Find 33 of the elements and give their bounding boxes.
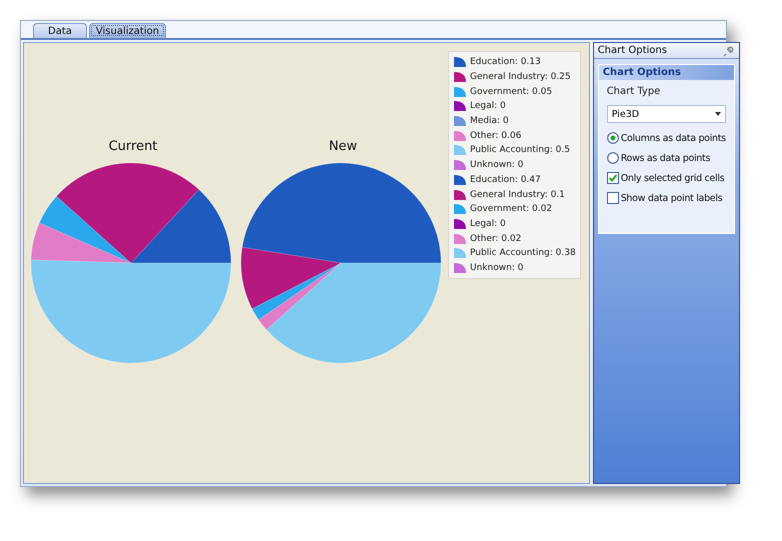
pin-icon[interactable] — [722, 44, 735, 56]
chart-title: Current — [108, 139, 158, 154]
panel-title: Chart Options — [598, 45, 667, 56]
legend-label: Media: 0 — [470, 116, 509, 126]
legend-label: Education: 0.47 — [470, 174, 541, 185]
legend-label: General Industry: 0.1 — [470, 190, 565, 200]
legend-label: Public Accounting: 0.5 — [470, 145, 570, 156]
radio-label: Columns as data points — [620, 132, 726, 144]
legend-label: Education: 0.13 — [470, 57, 541, 68]
legend-label: Government: 0.02 — [470, 204, 552, 214]
radio-button[interactable] — [606, 152, 619, 164]
tab[interactable]: Data — [33, 23, 87, 38]
legend-label: General Industry: 0.25 — [470, 72, 571, 82]
chart-type-dropdown[interactable]: Pie3D — [606, 105, 726, 123]
checkbox[interactable] — [606, 172, 619, 184]
checkbox-label: Show data point labels — [620, 192, 722, 204]
radio-label: Rows as data points — [620, 152, 710, 164]
checkbox[interactable] — [606, 192, 619, 204]
field-label: Chart Type — [606, 86, 662, 97]
legend-label: Legal: 0 — [470, 218, 506, 229]
legend-label: Government: 0.05 — [470, 86, 552, 97]
legend-label: Unknown: 0 — [470, 160, 524, 170]
legend-label: Public Accounting: 0.38 — [470, 248, 576, 258]
chart-title: New — [328, 139, 358, 154]
checkbox-label: Only selected grid cells — [620, 172, 724, 184]
tab[interactable]: Visualization — [88, 23, 166, 38]
legend-label: Other: 0.06 — [470, 130, 522, 141]
caret-icon — [714, 112, 721, 116]
legend-label: Legal: 0 — [470, 101, 506, 112]
legend-label: Other: 0.02 — [470, 234, 522, 244]
legend-label: Unknown: 0 — [470, 262, 524, 273]
radio-button[interactable] — [606, 132, 619, 144]
section-title: Chart Options — [598, 65, 734, 80]
